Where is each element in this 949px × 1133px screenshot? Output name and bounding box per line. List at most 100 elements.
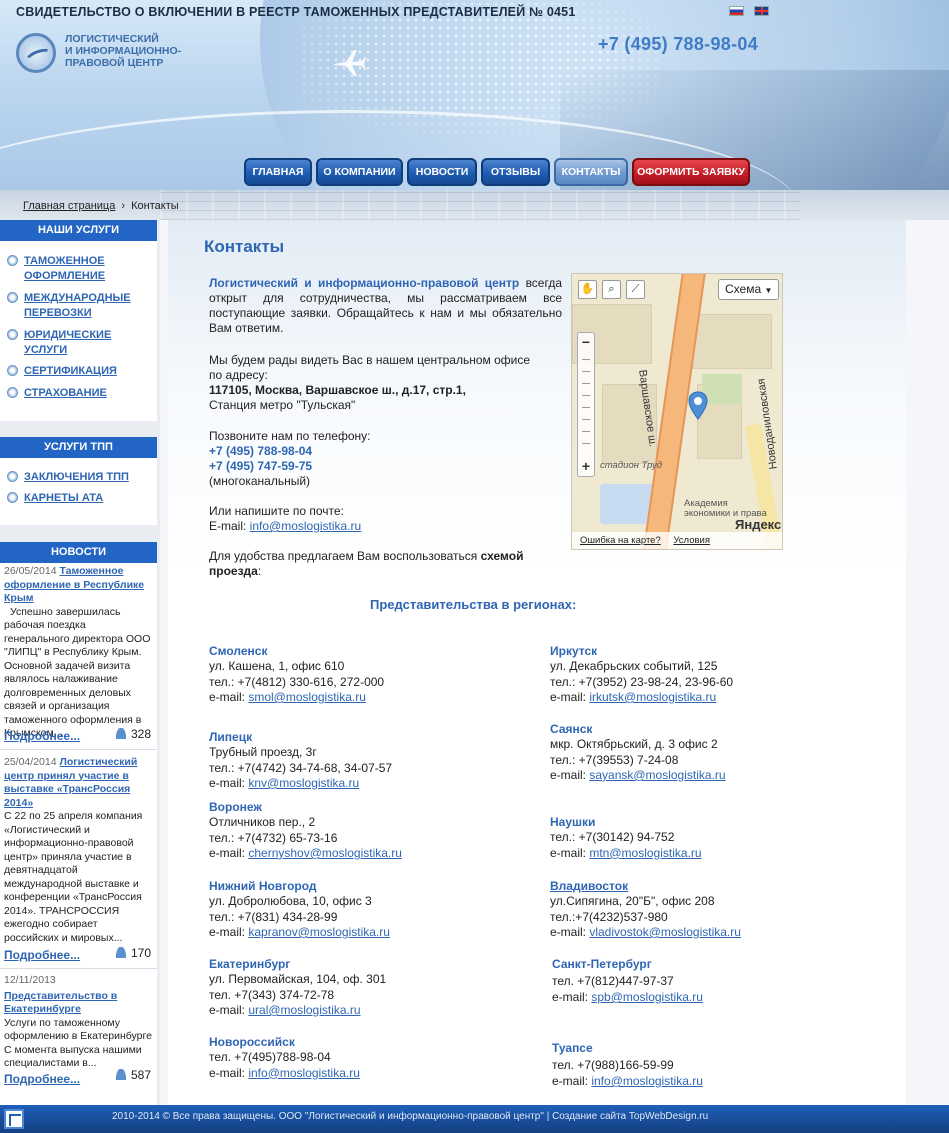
scroll-top-icon[interactable] — [4, 1109, 24, 1129]
office-ekaterinburg: Екатеринбург ул. Первомайская, 104, оф. … — [209, 957, 386, 1018]
sidebar-item-customs[interactable]: ТАМОЖЕННОЕ ОФОРМЛЕНИЕ — [7, 254, 152, 284]
office-smolensk: Смоленск ул. Кашена, 1, офис 610 тел.: +… — [209, 644, 384, 705]
office-email-row: e-mail: mtn@moslogistika.ru — [550, 845, 702, 860]
logo-icon[interactable] — [16, 33, 56, 73]
building-photo-strip — [160, 190, 800, 220]
office-email-row: e-mail: ural@moslogistika.ru — [209, 1002, 361, 1017]
office-saint-petersburg: Санкт-Петербург тел. +7(812)447-97-37 e-… — [552, 956, 703, 1006]
mail-intro: Или напишите по почте: — [209, 504, 344, 518]
services-block: НАШИ УСЛУГИ ТАМОЖЕННОЕ ОФОРМЛЕНИЕ МЕЖДУН… — [0, 220, 157, 421]
magnifier-tool-icon[interactable]: ⌕ — [602, 280, 621, 299]
office-lipetsk: Липецк Трубный проезд, 3г тел.: +7(4742)… — [209, 730, 392, 791]
phone-1[interactable]: +7 (495) 788-98-04 — [209, 444, 312, 459]
office-email-link[interactable]: mtn@moslogistika.ru — [589, 846, 701, 860]
office-email-link[interactable]: vladivostok@moslogistika.ru — [589, 925, 741, 939]
news-view-count: 328 — [115, 727, 151, 741]
office-email-link[interactable]: ural@moslogistika.ru — [248, 1003, 360, 1017]
zoom-out-button[interactable]: − — [579, 335, 593, 350]
news-title: НОВОСТИ — [0, 542, 157, 563]
office-city: Смоленск — [209, 644, 268, 658]
office-email-link[interactable]: sayansk@moslogistika.ru — [589, 768, 725, 782]
bullet-icon — [7, 387, 18, 398]
email-label: E-mail: — [209, 519, 250, 533]
office-phone: тел. +7(812)447-97-37 — [552, 973, 674, 988]
sidebar-item-insurance[interactable]: СТРАХОВАНИЕ — [7, 386, 152, 401]
call-intro: Позвоните нам по телефону: — [209, 429, 371, 443]
office-email-link[interactable]: kapranov@moslogistika.ru — [248, 925, 390, 939]
breadcrumb-home-link[interactable]: Главная страница — [23, 200, 115, 212]
yandex-logo[interactable]: Яндекс — [735, 517, 781, 532]
office-voronezh: Воронеж Отличников пер., 2 тел.: +7(4732… — [209, 800, 402, 861]
multichannel-note: (многоканальный) — [209, 474, 311, 488]
office-email-link[interactable]: irkutsk@moslogistika.ru — [589, 690, 716, 704]
news-more-link[interactable]: Подробнее... — [4, 948, 80, 962]
nav-home-button[interactable]: ГЛАВНАЯ — [244, 158, 312, 186]
office-address: ул. Добролюбова, 10, офис 3 — [209, 894, 372, 909]
yandex-map[interactable]: Варшавское ш. Новоданиловская стадион Тр… — [571, 273, 783, 550]
logo-line-2: и информационно- — [65, 45, 182, 57]
news-excerpt: Успешно завершилась рабочая поездка гене… — [4, 605, 151, 740]
office-address: 117105, Москва, Варшавское ш., д.17, стр… — [209, 383, 466, 397]
metro-station: Станция метро "Тульская" — [209, 398, 356, 412]
office-email-link[interactable]: chernyshov@moslogistika.ru — [248, 846, 402, 860]
nav-about-button[interactable]: О КОМПАНИИ — [316, 158, 403, 186]
order-request-button[interactable]: ОФОРМИТЬ ЗАЯВКУ — [632, 158, 750, 186]
bullet-icon — [7, 292, 18, 303]
russian-flag-icon[interactable] — [729, 6, 744, 16]
office-phone: тел.: +7(4812) 330-616, 272-000 — [209, 674, 385, 689]
office-email-row: e-mail: chernyshov@moslogistika.ru — [209, 845, 402, 860]
office-email-row: e-mail: info@moslogistika.ru — [552, 1074, 703, 1088]
office-email-link[interactable]: smol@moslogistika.ru — [248, 690, 366, 704]
map-pin-icon[interactable] — [688, 391, 708, 421]
zoom-tick — [582, 383, 590, 384]
office-address: ул. Кашена, 1, офис 610 — [209, 659, 345, 674]
office-phone: тел. +7(988)166-59-99 — [552, 1057, 674, 1072]
phone-2[interactable]: +7 (495) 747-59-75 — [209, 459, 312, 474]
news-more-link[interactable]: Подробнее... — [4, 1072, 80, 1086]
sidebar: НАШИ УСЛУГИ ТАМОЖЕННОЕ ОФОРМЛЕНИЕ МЕЖДУН… — [0, 220, 160, 1105]
ruler-tool-icon[interactable]: ⟋ — [626, 280, 645, 299]
nav-reviews-button[interactable]: ОТЗЫВЫ — [481, 158, 550, 186]
news-more-link[interactable]: Подробнее... — [4, 729, 80, 743]
office-city-link[interactable]: Владивосток — [550, 879, 741, 894]
hand-tool-icon[interactable]: ✋ — [578, 280, 597, 299]
logo-text[interactable]: Логистический и информационно- правовой … — [65, 33, 181, 69]
news-block: НОВОСТИ 26/05/2014 Таможенное оформление… — [0, 542, 157, 1105]
logo-line-1: Логистический — [65, 33, 159, 45]
nav-news-button[interactable]: НОВОСТИ — [407, 158, 477, 186]
sidebar-item-tpp-conclusions[interactable]: ЗАКЛЮЧЕНИЯ ТПП — [7, 470, 152, 485]
office-email-link[interactable]: info@moslogistika.ru — [591, 1074, 703, 1088]
english-flag-icon[interactable] — [754, 6, 769, 16]
office-city: Санкт-Петербург — [552, 957, 652, 971]
sidebar-item-certification[interactable]: СЕРТИФИКАЦИЯ — [7, 364, 152, 379]
office-novorossiysk: Новороссийск тел. +7(495)788-98-04 e-mai… — [209, 1035, 360, 1081]
sidebar-item-legal[interactable]: ЮРИДИЧЕСКИЕ УСЛУГИ — [7, 328, 152, 358]
office-address: мкр. Октябрьский, д. 3 офис 2 — [550, 737, 718, 752]
footer-text: 2010-2014 © Все права защищены. ООО "Лог… — [112, 1111, 709, 1122]
office-email-row: e-mail: knv@moslogistika.ru — [209, 775, 360, 790]
zoom-in-button[interactable]: + — [579, 459, 593, 474]
map-block — [692, 314, 772, 369]
main-email-link[interactable]: info@moslogistika.ru — [250, 519, 362, 533]
scheme-note: Для удобства предлагаем Вам воспользоват… — [209, 549, 549, 579]
office-email-link[interactable]: spb@moslogistika.ru — [591, 990, 703, 1004]
office-phone: тел.: +7(831) 434-28-99 — [209, 909, 338, 924]
sidebar-item-transport[interactable]: МЕЖДУНАРОДНЫЕ ПЕРЕВОЗКИ — [7, 291, 152, 321]
map-zoom-slider[interactable]: − + — [577, 332, 595, 477]
sidebar-item-ata-carnets[interactable]: КАРНЕТЫ АТА — [7, 491, 152, 506]
news-title-link[interactable]: Представительство в Екатеринбурге — [4, 990, 153, 1017]
office-phone: тел.: +7(30142) 94-752 — [550, 830, 675, 845]
office-email-link[interactable]: info@moslogistika.ru — [248, 1066, 360, 1080]
nav-contacts-button[interactable]: КОНТАКТЫ — [554, 158, 628, 186]
office-phone: тел. +7(343) 374-72-78 — [209, 987, 335, 1002]
map-park — [702, 374, 742, 404]
news-divider — [0, 749, 157, 750]
map-error-link[interactable]: Ошибка на карте? — [580, 535, 661, 546]
certificate-title: СВИДЕТЕЛЬСТВО О ВКЛЮЧЕНИИ В РЕЕСТР ТАМОЖ… — [16, 5, 576, 19]
office-phone: тел.: +7(4742) 34-74-68, 34-07-57 — [209, 760, 393, 775]
map-layer-select[interactable]: Схема ▼ — [718, 279, 779, 300]
bullet-icon — [7, 492, 18, 503]
office-email-link[interactable]: knv@moslogistika.ru — [248, 776, 359, 790]
office-city: Новороссийск — [209, 1035, 295, 1049]
news-view-count: 170 — [115, 946, 151, 960]
